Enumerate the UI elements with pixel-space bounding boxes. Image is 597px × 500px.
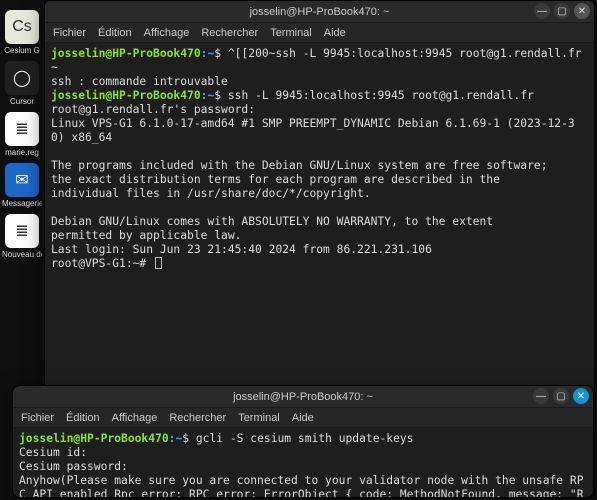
prompt-user: josselin@HP-ProBook470	[51, 47, 201, 60]
menu-item[interactable]: Édition	[98, 27, 132, 39]
titlebar[interactable]: josselin@HP-ProBook470: ~ — ▢ ✕	[13, 386, 593, 408]
menu-item[interactable]: Affichage	[144, 27, 190, 39]
minimize-button[interactable]: —	[533, 388, 549, 404]
terminal-window-ssh: josselin@HP-ProBook470: ~ — ▢ ✕ Fichier É…	[44, 0, 595, 395]
output-line: Cesium id:	[19, 446, 87, 459]
prompt-dollar: $	[214, 47, 228, 60]
dock-label: Cesium G	[2, 46, 42, 55]
cursor-icon	[155, 257, 162, 269]
titlebar[interactable]: josselin@HP-ProBook470: ~ — ▢ ✕	[45, 1, 594, 23]
prompt-dollar: $	[214, 89, 228, 102]
menu-item[interactable]: Fichier	[53, 27, 86, 39]
menu-item[interactable]: Rechercher	[201, 27, 258, 39]
dock-label: Messagerie Thunderbird	[2, 199, 42, 208]
dock-item[interactable]: Cs Cesium G	[2, 10, 42, 55]
command-line: ssh -L 9945:localhost:9945 root@g1.renda…	[228, 89, 534, 102]
menu-item[interactable]: Terminal	[238, 412, 280, 424]
maximize-button[interactable]: ▢	[553, 388, 569, 404]
menu-item[interactable]: Terminal	[270, 27, 312, 39]
dock-item[interactable]: ◯ Cursor	[2, 61, 42, 106]
root-prompt: root@VPS-G1:~#	[51, 257, 153, 270]
output-line: the exact distribution terms for each pr…	[51, 173, 500, 186]
prompt-user: josselin@HP-ProBook470	[51, 89, 201, 102]
dock-label: Nouveau doc	[2, 250, 42, 259]
app-icon: Cs	[5, 10, 39, 44]
output-line: permitted by applicable law.	[51, 229, 241, 242]
output-line: root@g1.rendall.fr's password:	[51, 103, 255, 116]
output-line: Last login: Sun Jun 23 21:45:40 2024 fro…	[51, 243, 432, 256]
menu-item[interactable]: Fichier	[21, 412, 54, 424]
output-line: Anyhow(Please make sure you are connecte…	[19, 474, 584, 497]
minimize-button[interactable]: —	[534, 3, 550, 19]
maximize-button[interactable]: ▢	[554, 3, 570, 19]
menu-item[interactable]: Édition	[66, 412, 100, 424]
output-line: Cesium password:	[19, 460, 128, 473]
close-button[interactable]: ✕	[573, 388, 589, 404]
output-line: individual files in /usr/share/doc/*/cop…	[51, 187, 371, 200]
terminal-output[interactable]: josselin@HP-ProBook470:~$ gcli -S cesium…	[13, 428, 593, 497]
dock-item[interactable]: ✉ Messagerie Thunderbird	[2, 163, 42, 208]
menu-item[interactable]: Affichage	[112, 412, 158, 424]
output-line: Debian GNU/Linux comes with ABSOLUTELY N…	[51, 215, 493, 228]
menubar: Fichier Édition Affichage Rechercher Termina…	[13, 408, 593, 428]
app-icon: ≣	[5, 112, 39, 146]
app-icon: ≣	[5, 214, 39, 248]
output-line: ssh : commande introuvable	[51, 75, 228, 88]
menu-item[interactable]: Aide	[292, 412, 314, 424]
output-line: Linux VPS-G1 6.1.0-17-amd64 #1 SMP PREEM…	[51, 117, 575, 144]
prompt-dollar: $	[182, 432, 196, 445]
dock-item[interactable]: ≣ Nouveau doc	[2, 214, 42, 259]
menu-item[interactable]: Rechercher	[169, 412, 226, 424]
dock: Cs Cesium G ◯ Cursor ≣ marie.reg ✉ Messagerie T…	[2, 10, 42, 259]
menubar: Fichier Édition Affichage Rechercher Termina…	[45, 23, 594, 43]
window-title: josselin@HP-ProBook470: ~	[250, 6, 390, 18]
close-button[interactable]: ✕	[574, 3, 590, 19]
terminal-output[interactable]: josselin@HP-ProBook470:~$ ^[[200~ssh -L …	[45, 43, 594, 394]
window-title: josselin@HP-ProBook470: ~	[233, 391, 373, 403]
dock-label: marie.reg	[2, 148, 42, 157]
dock-label: Cursor	[2, 97, 42, 106]
prompt-user: josselin@HP-ProBook470	[19, 432, 169, 445]
menu-item[interactable]: Aide	[324, 27, 346, 39]
dock-item[interactable]: ≣ marie.reg	[2, 112, 42, 157]
terminal-window-gcli: josselin@HP-ProBook470: ~ — ▢ ✕ Fichier É…	[12, 385, 594, 498]
output-line: The programs included with the Debian GN…	[51, 159, 548, 172]
command-line: gcli -S cesium smith update-keys	[196, 432, 414, 445]
app-icon: ✉	[5, 163, 39, 197]
app-icon: ◯	[5, 61, 39, 95]
